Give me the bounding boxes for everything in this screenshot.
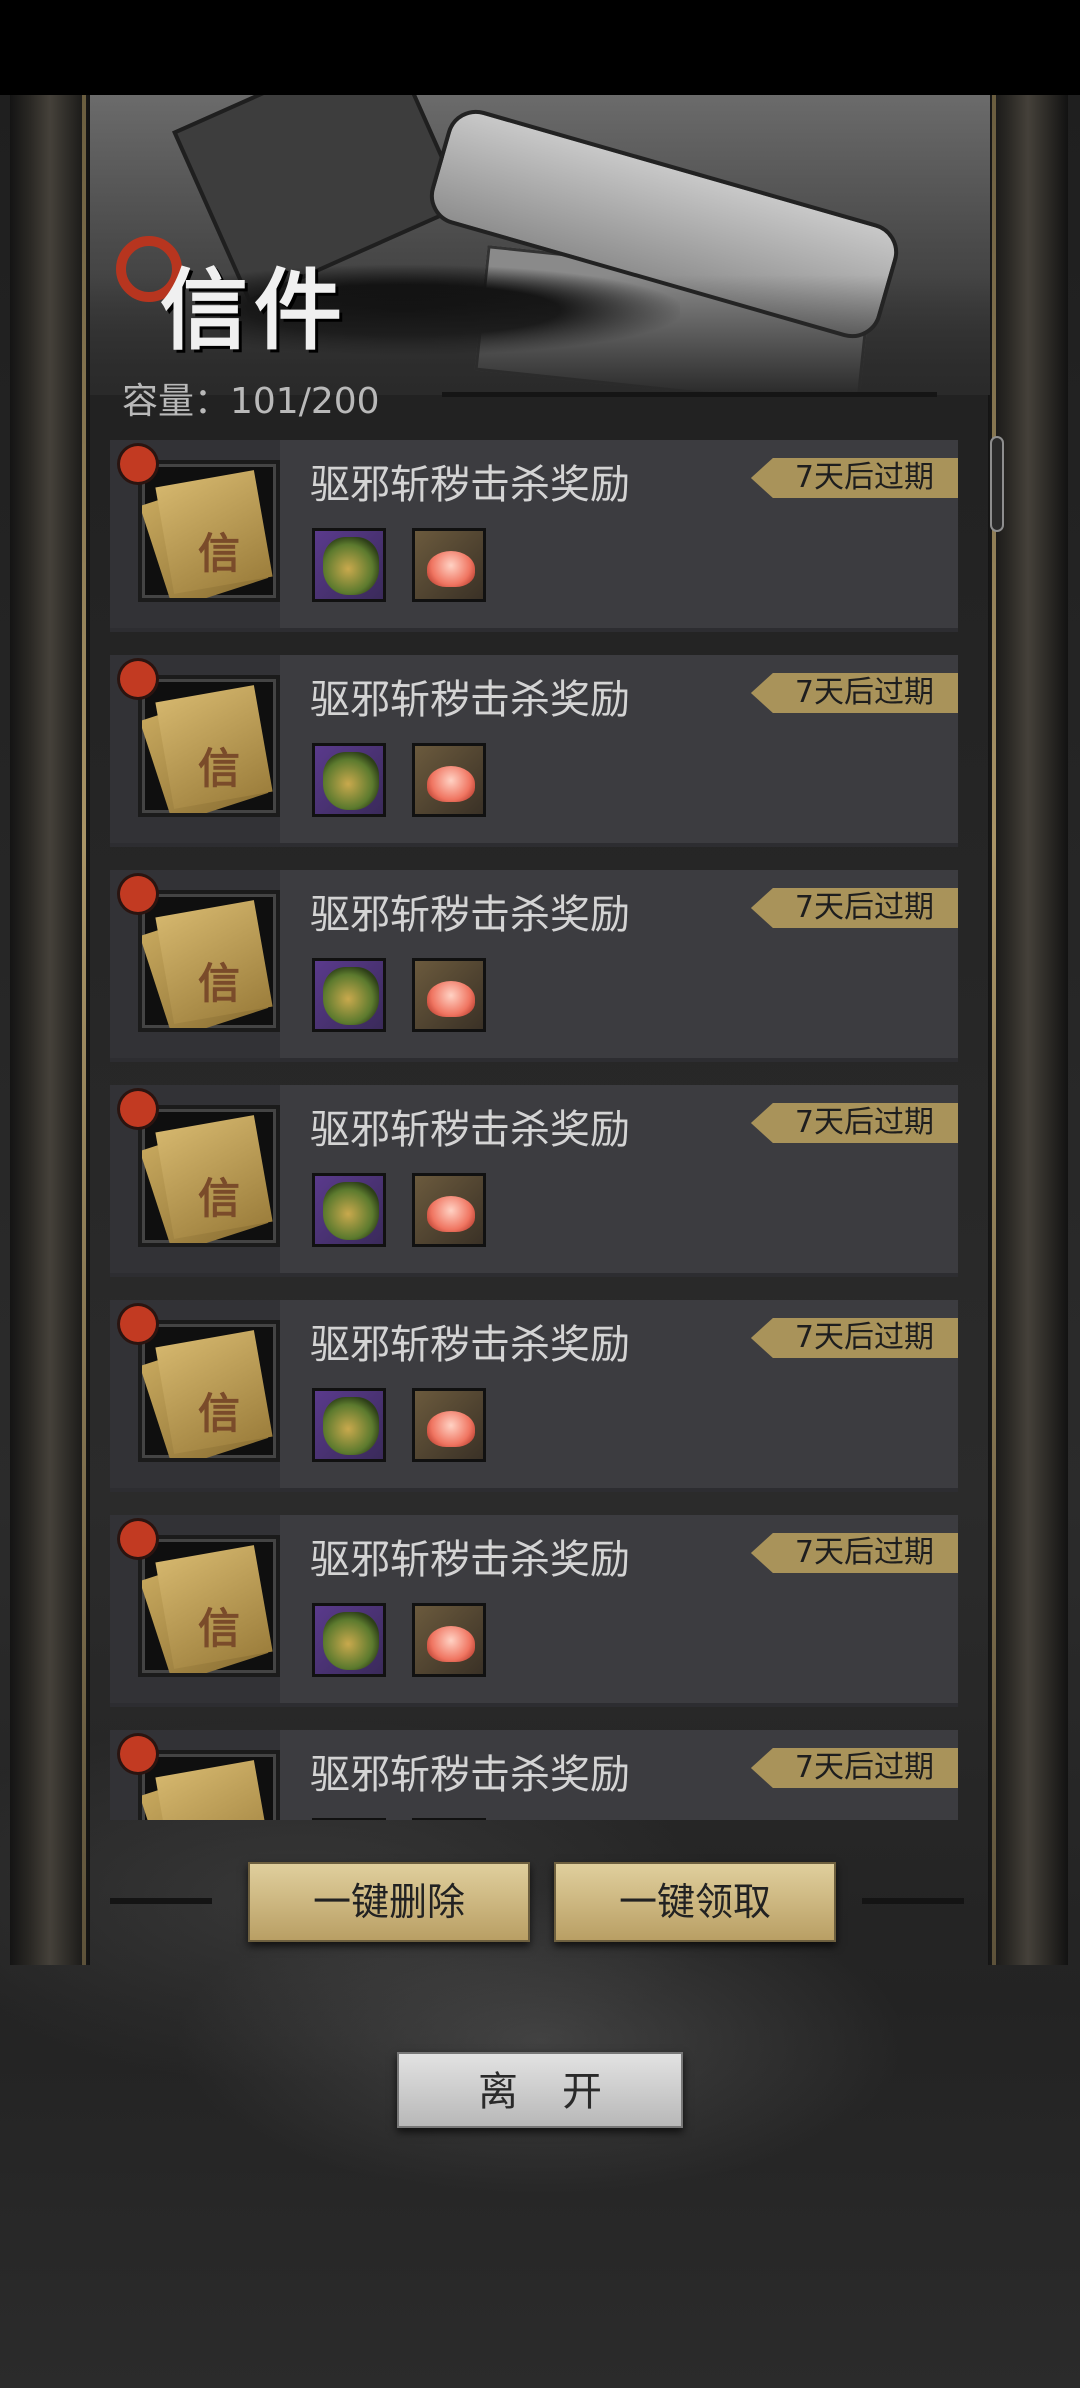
- unread-dot-icon: [120, 1306, 156, 1342]
- letter-icon: 信: [198, 1174, 241, 1223]
- divider-left: [110, 1898, 212, 1904]
- expiry-tag: 7天后过期: [750, 1748, 958, 1788]
- leave-button[interactable]: 离开: [397, 2052, 683, 2128]
- mail-item[interactable]: 信 驱邪斩秽击杀奖励 7天后过期: [110, 655, 958, 847]
- letter-icon: 信: [198, 1389, 241, 1438]
- expiry-tag: 7天后过期: [750, 1318, 958, 1358]
- mail-subject: 驱邪斩秽击杀奖励: [310, 1752, 630, 1798]
- letter-icon: 信: [198, 959, 241, 1008]
- dragon-head-icon[interactable]: [312, 1173, 386, 1247]
- unread-dot-icon: [120, 446, 156, 482]
- dragon-head-icon[interactable]: [312, 958, 386, 1032]
- mail-item[interactable]: 信 驱邪斩秽击杀奖励 7天后过期: [110, 1730, 958, 1820]
- dragon-head-icon[interactable]: [312, 1388, 386, 1462]
- unread-dot-icon: [120, 1521, 156, 1557]
- dragon-head-icon[interactable]: [312, 743, 386, 817]
- unread-dot-icon: [120, 1091, 156, 1127]
- lotus-icon[interactable]: [412, 1173, 486, 1247]
- unread-dot-icon: [120, 661, 156, 697]
- divider-right: [862, 1898, 964, 1904]
- letter-thumbnail: 信: [138, 890, 280, 1032]
- lotus-icon[interactable]: [412, 1603, 486, 1677]
- letter-icon: 信: [198, 744, 241, 793]
- mail-item[interactable]: 信 驱邪斩秽击杀奖励 7天后过期: [110, 1300, 958, 1492]
- scrollbar-thumb[interactable]: [990, 436, 1004, 532]
- letter-thumbnail: 信: [138, 1750, 280, 1820]
- unread-dot-icon: [120, 1736, 156, 1772]
- letter-thumbnail: 信: [138, 1320, 280, 1462]
- mail-subject: 驱邪斩秽击杀奖励: [310, 1107, 630, 1153]
- mail-subject: 驱邪斩秽击杀奖励: [310, 892, 630, 938]
- mail-item[interactable]: 信 驱邪斩秽击杀奖励 7天后过期: [110, 440, 958, 632]
- mail-subject: 驱邪斩秽击杀奖励: [310, 1537, 630, 1583]
- dragon-head-icon[interactable]: [312, 1603, 386, 1677]
- dragon-head-icon[interactable]: [312, 528, 386, 602]
- dragon-head-icon[interactable]: [312, 1818, 386, 1820]
- scrollbar[interactable]: [990, 436, 1004, 1806]
- mail-subject: 驱邪斩秽击杀奖励: [310, 462, 630, 508]
- expiry-tag: 7天后过期: [750, 1533, 958, 1573]
- lotus-icon[interactable]: [412, 743, 486, 817]
- letter-thumbnail: 信: [138, 460, 280, 602]
- unread-dot-icon: [120, 876, 156, 912]
- letter-icon: 信: [198, 1810, 240, 1820]
- mail-subject: 驱邪斩秽击杀奖励: [310, 677, 630, 723]
- letter-icon: 信: [198, 529, 241, 578]
- lotus-icon[interactable]: [412, 528, 486, 602]
- header-divider: [442, 392, 937, 397]
- claim-all-button[interactable]: 一键领取: [554, 1862, 836, 1942]
- expiry-tag: 7天后过期: [750, 673, 958, 713]
- mail-list[interactable]: 信 驱邪斩秽击杀奖励 7天后过期 信 驱邪斩秽击杀奖励 7天后过期 信 驱邪斩秽…: [110, 440, 958, 1820]
- letter-thumbnail: 信: [138, 1105, 280, 1247]
- delete-all-button[interactable]: 一键删除: [248, 1862, 530, 1942]
- frame-pillar-left: [10, 95, 90, 1965]
- mail-item[interactable]: 信 驱邪斩秽击杀奖励 7天后过期: [110, 870, 958, 1062]
- expiry-tag: 7天后过期: [750, 458, 958, 498]
- page-title: 信件: [160, 258, 349, 362]
- mailbox-capacity: 容量：101/200: [122, 381, 380, 422]
- lotus-icon[interactable]: [412, 1388, 486, 1462]
- lotus-icon[interactable]: [412, 958, 486, 1032]
- mail-subject: 驱邪斩秽击杀奖励: [310, 1322, 630, 1368]
- mail-screen: 信件 容量：101/200 信 驱邪斩秽击杀奖励 7天后过期 信 驱邪斩秽击杀奖…: [0, 0, 1080, 2388]
- lotus-icon[interactable]: [412, 1818, 486, 1820]
- mail-item[interactable]: 信 驱邪斩秽击杀奖励 7天后过期: [110, 1515, 958, 1707]
- expiry-tag: 7天后过期: [750, 888, 958, 928]
- expiry-tag: 7天后过期: [750, 1103, 958, 1143]
- letter-icon: 信: [198, 1604, 241, 1653]
- mail-item[interactable]: 信 驱邪斩秽击杀奖励 7天后过期: [110, 1085, 958, 1277]
- letter-thumbnail: 信: [138, 1535, 280, 1677]
- letter-thumbnail: 信: [138, 675, 280, 817]
